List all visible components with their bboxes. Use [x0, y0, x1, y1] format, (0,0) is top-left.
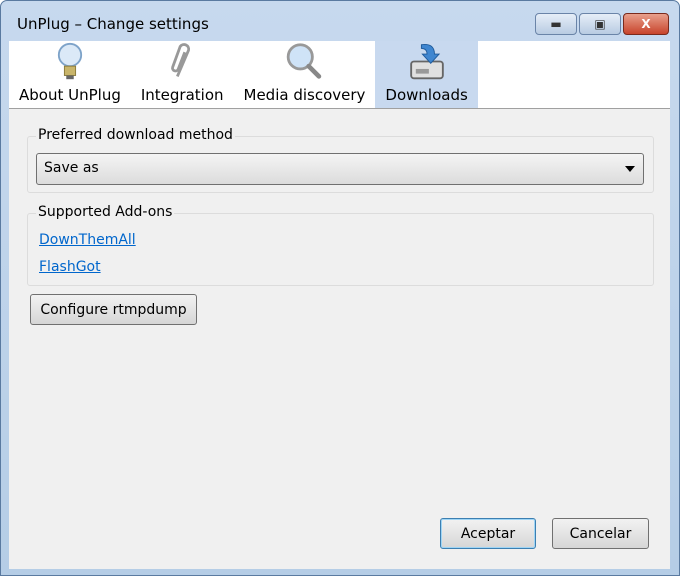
tab-label: Downloads — [385, 86, 468, 104]
paperclip-icon — [171, 43, 191, 77]
download-method-select[interactable]: Save as — [36, 153, 644, 185]
downthemall-link[interactable]: DownThemAll — [39, 232, 136, 248]
minimize-button[interactable]: ▬ — [535, 13, 577, 35]
tab-integration[interactable]: Integration — [131, 41, 234, 108]
flashgot-link[interactable]: FlashGot — [39, 259, 101, 275]
tab-media-discovery[interactable]: Media discovery — [234, 41, 376, 108]
window-title: UnPlug – Change settings — [17, 15, 209, 33]
settings-window: UnPlug – Change settings ▬ ▣ X About UnP… — [0, 0, 680, 576]
close-icon: X — [641, 17, 651, 31]
tab-label: Media discovery — [243, 86, 366, 104]
group-label: Preferred download method — [36, 127, 235, 143]
accept-button[interactable]: Aceptar — [440, 518, 536, 549]
tab-label: Integration — [140, 86, 224, 104]
maximize-icon: ▣ — [594, 17, 606, 31]
tab-bar: About UnPlug Integration Media discovery… — [9, 41, 670, 109]
downloads-panel: Preferred download method Save as Suppor… — [9, 109, 670, 569]
tab-downloads[interactable]: Downloads — [375, 41, 478, 108]
tab-label: About UnPlug — [19, 86, 121, 104]
lightbulb-icon — [57, 42, 83, 80]
tab-about-unplug[interactable]: About UnPlug — [9, 41, 131, 108]
dropdown-arrow-icon — [625, 166, 635, 172]
magnifier-icon — [287, 43, 322, 79]
cancel-button[interactable]: Cancelar — [552, 518, 649, 549]
group-label: Supported Add-ons — [36, 204, 175, 220]
maximize-button[interactable]: ▣ — [579, 13, 621, 35]
configure-rtmpdump-button[interactable]: Configure rtmpdump — [30, 294, 197, 325]
supported-addons-group: Supported Add-ons DownThemAll FlashGot — [27, 204, 654, 286]
preferred-download-group: Preferred download method Save as — [27, 127, 654, 193]
close-button[interactable]: X — [623, 13, 669, 35]
minimize-icon: ▬ — [550, 17, 562, 31]
download-drive-icon — [409, 43, 444, 80]
selected-value: Save as — [44, 160, 99, 176]
